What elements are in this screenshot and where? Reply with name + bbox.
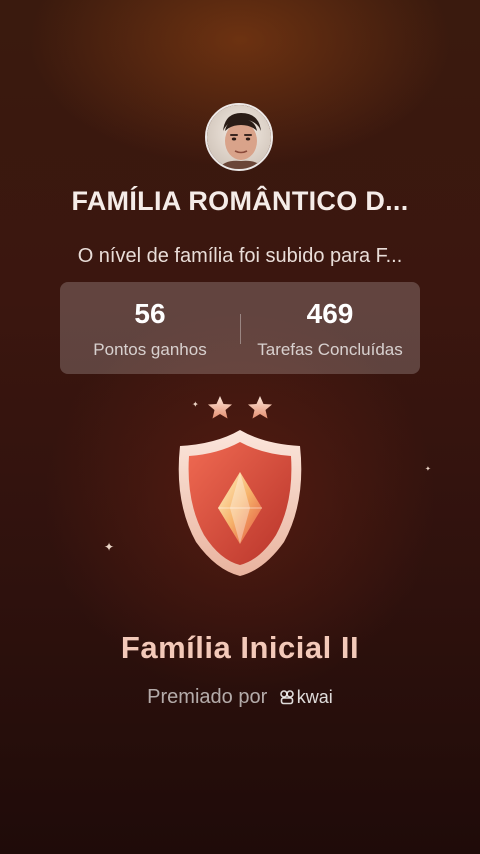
awarded-by: Premiado por kwai	[0, 686, 480, 709]
level-up-message: O nível de família foi subido para F...	[77, 245, 403, 267]
stat-tasks-value: 469	[306, 298, 354, 329]
stat-tasks-label: Tarefas Concluídas	[257, 340, 403, 359]
kwai-brand-text: kwai	[296, 687, 333, 707]
family-level-title: Família Inicial II	[120, 630, 360, 665]
family-name: FAMÍLIA ROMÂNTICO D...	[71, 186, 409, 216]
kwai-logo-icon	[279, 690, 294, 705]
stats-panel: 56 Pontos ganhos 469 Tarefas Concluídas	[60, 282, 420, 374]
family-avatar[interactable]	[205, 103, 273, 171]
stat-points-value: 56	[134, 298, 166, 329]
kwai-brand: kwai	[279, 687, 333, 707]
awarded-prefix: Premiado por	[147, 686, 268, 708]
stat-points-label: Pontos ganhos	[93, 340, 207, 359]
stat-tasks: 469 Tarefas Concluídas	[240, 282, 420, 374]
avatar-image	[207, 105, 271, 169]
sparkle-icon: ✦	[104, 540, 115, 554]
sparkle-icon: ✦	[425, 466, 431, 473]
stat-points: 56 Pontos ganhos	[60, 282, 240, 374]
family-level-badge-icon	[160, 392, 320, 582]
